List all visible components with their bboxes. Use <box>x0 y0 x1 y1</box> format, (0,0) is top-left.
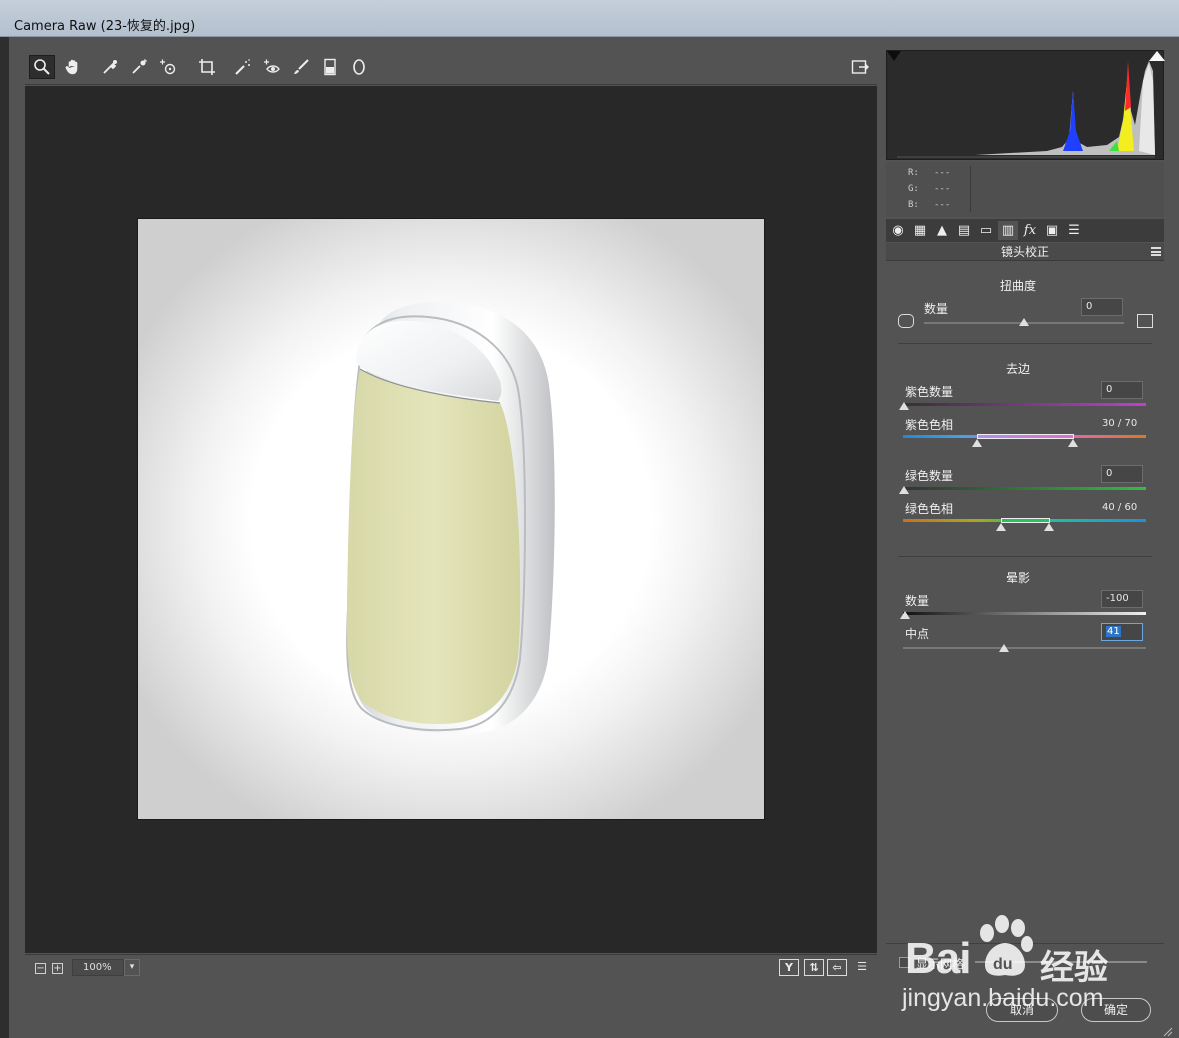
purple-hue-range <box>977 434 1074 439</box>
zoom-level[interactable]: 100% <box>72 959 124 976</box>
pincushion-icon <box>1137 314 1153 328</box>
green-hue-value: 40 / 60 <box>1102 502 1138 513</box>
vignetting-amount-slider[interactable] <box>903 612 1146 615</box>
paw-logo-icon: du <box>975 915 1035 979</box>
watermark-url: jingyan.baidu.com <box>902 984 1104 1012</box>
b-value: --- <box>934 200 951 210</box>
product-photo-illustration <box>346 302 555 735</box>
color-sampler-icon[interactable] <box>126 55 152 79</box>
copy-settings-icon[interactable]: ⇦ <box>827 959 847 976</box>
background-strip <box>0 37 9 1038</box>
distortion-section-title: 扭曲度 <box>999 279 1036 293</box>
white-balance-icon[interactable] <box>97 55 123 79</box>
tab-presets[interactable]: ☰ <box>1064 221 1084 240</box>
preview-status-bar: − + 100% ▾ Y ⇅ ⇦ ☰ <box>25 954 877 980</box>
purple-amount-slider[interactable] <box>903 403 1146 406</box>
preview-image <box>137 218 765 820</box>
before-after-view-button[interactable]: Y <box>779 959 799 976</box>
red-eye-icon[interactable] <box>259 55 285 79</box>
zoom-dropdown-icon[interactable]: ▾ <box>124 959 140 976</box>
zoom-in-button[interactable]: + <box>52 963 63 974</box>
toolbar <box>25 50 877 85</box>
vignetting-amount-label: 数量 <box>905 594 930 608</box>
tab-camera-calibration[interactable]: ▣ <box>1042 221 1062 240</box>
purple-hue-value: 30 / 70 <box>1102 418 1138 429</box>
tab-tone-curve[interactable]: ▦ <box>910 221 930 240</box>
panel-menu-icon[interactable] <box>1151 247 1161 256</box>
tab-detail[interactable]: ▲ <box>932 221 952 240</box>
panel-tabs: ◉ ▦ ▲ ▤ ▭ ▥ fx ▣ ☰ <box>886 219 1164 242</box>
swap-before-after-icon[interactable]: ⇅ <box>804 959 824 976</box>
camera-raw-screen: Camera Raw (23-恢复的.jpg) − + 100% ▾ Y ⇅ ⇦… <box>0 0 1179 1038</box>
toggle-settings-icon[interactable]: ☰ <box>852 959 872 976</box>
histogram <box>886 50 1165 160</box>
distortion-slider-thumb[interactable] <box>1019 318 1029 326</box>
r-label: R: <box>908 168 919 178</box>
midpoint-value: 41 <box>1106 626 1121 637</box>
targeted-adjustment-icon[interactable] <box>155 55 181 79</box>
crop-icon[interactable] <box>194 55 220 79</box>
radial-filter-icon[interactable] <box>346 55 372 79</box>
preferences-icon[interactable] <box>847 55 873 79</box>
midpoint-slider-thumb[interactable] <box>999 644 1009 652</box>
midpoint-label: 中点 <box>905 627 930 641</box>
tab-split-toning[interactable]: ▭ <box>976 221 996 240</box>
purple-hue-label: 紫色色相 <box>905 418 954 432</box>
zoom-icon[interactable] <box>29 55 55 79</box>
watermark-brand: Bai <box>905 934 971 983</box>
vignetting-amount-thumb[interactable] <box>900 611 910 619</box>
vignetting-amount-field[interactable]: -100 <box>1101 590 1143 608</box>
purple-amount-thumb[interactable] <box>899 402 909 410</box>
barrel-icon <box>898 314 914 328</box>
panel-title: 镜头校正 <box>886 243 1164 261</box>
green-hue-thumb-high[interactable] <box>1044 523 1054 531</box>
g-value: --- <box>934 184 951 194</box>
watermark-brand-suffix: 经验 <box>1040 949 1108 987</box>
brush-icon[interactable] <box>288 55 314 79</box>
rgb-readout: R: --- G: --- B: --- <box>886 162 1164 217</box>
green-amount-field[interactable]: 0 <box>1101 465 1143 483</box>
purple-amount-field[interactable]: 0 <box>1101 381 1143 399</box>
zoom-out-button[interactable]: − <box>35 963 46 974</box>
midpoint-slider[interactable] <box>903 647 1146 649</box>
purple-hue-thumb-low[interactable] <box>972 439 982 447</box>
window-title: Camera Raw (23-恢复的.jpg) <box>14 19 196 34</box>
midpoint-field[interactable]: 41 <box>1101 623 1143 641</box>
tab-effects[interactable]: fx <box>1020 221 1040 240</box>
tab-basic[interactable]: ◉ <box>888 221 908 240</box>
defringe-section-title: 去边 <box>1005 362 1030 376</box>
tab-lens-corrections[interactable]: ▥ <box>998 221 1018 240</box>
green-amount-slider[interactable] <box>903 487 1146 490</box>
green-hue-label: 绿色色相 <box>905 502 954 516</box>
green-hue-thumb-low[interactable] <box>996 523 1006 531</box>
distortion-amount-field[interactable]: 0 <box>1081 298 1123 316</box>
graduated-filter-icon[interactable] <box>317 55 343 79</box>
distortion-amount-label: 数量 <box>924 302 949 316</box>
spot-removal-icon[interactable] <box>230 55 256 79</box>
green-amount-thumb[interactable] <box>899 486 909 494</box>
r-value: --- <box>934 168 951 178</box>
g-label: G: <box>908 184 919 194</box>
b-label: B: <box>908 200 919 210</box>
hand-icon[interactable] <box>60 55 86 79</box>
vignetting-section-title: 晕影 <box>1005 571 1030 585</box>
green-amount-label: 绿色数量 <box>905 469 954 483</box>
purple-amount-label: 紫色数量 <box>905 385 954 399</box>
tab-hsl[interactable]: ▤ <box>954 221 974 240</box>
green-hue-range <box>1001 518 1050 523</box>
svg-text:du: du <box>993 956 1013 973</box>
window-titlebar: Camera Raw (23-恢复的.jpg) <box>0 0 1179 37</box>
resize-grip-icon[interactable] <box>1161 1022 1173 1037</box>
purple-hue-thumb-high[interactable] <box>1068 439 1078 447</box>
